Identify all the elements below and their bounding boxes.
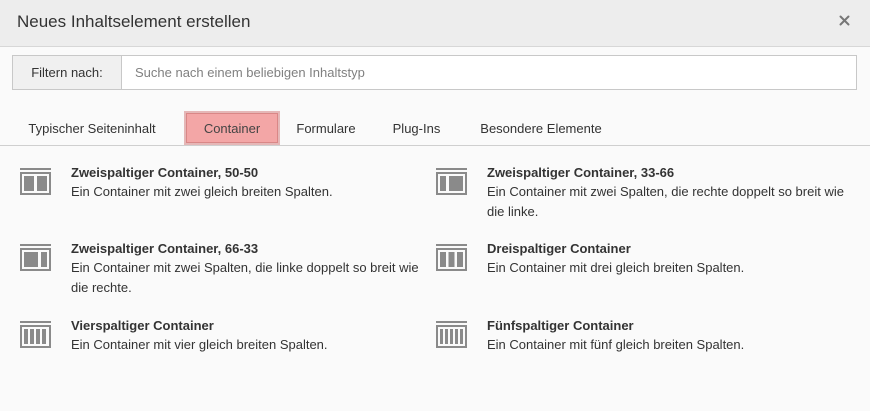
item-title: Zweispaltiger Container, 50-50 <box>71 165 259 180</box>
item-description: Ein Container mit zwei gleich breiten Sp… <box>71 184 333 199</box>
item-title: Zweispaltiger Container, 66-33 <box>71 241 259 256</box>
filter-bar: Filtern nach: <box>12 55 857 90</box>
item-description: Ein Container mit zwei Spalten, die rech… <box>487 184 844 219</box>
tab-typischer-seiteninhalt[interactable]: Typischer Seiteninhalt <box>13 112 171 145</box>
close-icon <box>839 13 850 31</box>
new-content-element-dialog: Neues Inhaltselement erstellen Filtern n… <box>0 0 870 411</box>
dialog-header: Neues Inhaltselement erstellen <box>0 0 870 47</box>
dialog-title: Neues Inhaltselement erstellen <box>17 12 251 31</box>
container-2col-66-33-icon <box>20 242 51 273</box>
tab-plug-ins[interactable]: Plug-Ins <box>379 112 454 145</box>
item-description: Ein Container mit zwei Spalten, die link… <box>71 260 419 295</box>
tab-formulare[interactable]: Formulare <box>283 112 369 145</box>
item-title: Dreispaltiger Container <box>487 241 631 256</box>
item-description: Ein Container mit drei gleich breiten Sp… <box>487 260 745 275</box>
tab-container[interactable]: Container <box>186 113 278 143</box>
filter-label: Filtern nach: <box>13 56 122 89</box>
item-description: Ein Container mit vier gleich breiten Sp… <box>71 337 328 352</box>
close-button[interactable] <box>832 10 856 34</box>
container-5col-icon <box>436 319 467 350</box>
tab-besondere-elemente[interactable]: Besondere Elemente <box>464 112 618 145</box>
container-2col-50-50-icon <box>20 166 51 197</box>
container-2col-33-66-icon <box>436 166 467 197</box>
item-title: Vierspaltiger Container <box>71 318 214 333</box>
search-input[interactable] <box>122 56 856 89</box>
item-title: Fünfspaltiger Container <box>487 318 634 333</box>
item-description: Ein Container mit fünf gleich breiten Sp… <box>487 337 745 352</box>
container-4col-icon <box>20 319 51 350</box>
container-3col-icon <box>436 242 467 273</box>
category-tabs: Typischer Seiteninhalt Container Formula… <box>0 112 870 146</box>
item-title: Zweispaltiger Container, 33-66 <box>487 165 675 180</box>
